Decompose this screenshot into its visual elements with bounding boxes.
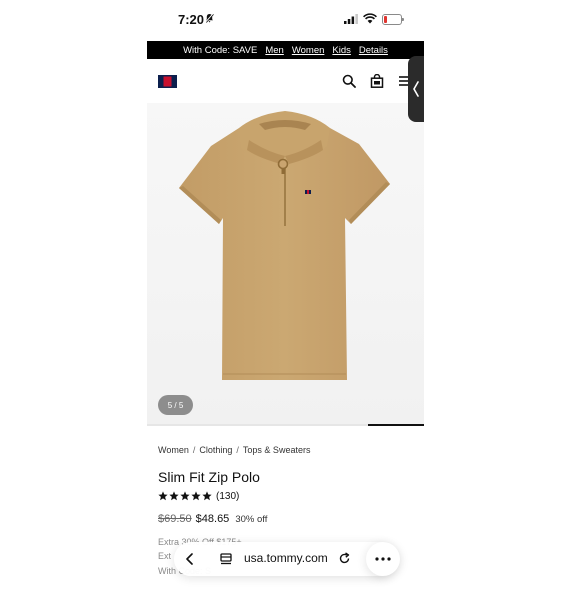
breadcrumb-clothing[interactable]: Clothing (199, 445, 232, 455)
image-counter: 5 / 5 (158, 395, 193, 415)
promo-text: With Code: SAVE (183, 44, 258, 56)
price-block: $69.50 $48.65 30% off (158, 513, 267, 525)
breadcrumb: Women / Clothing / Tops & Sweaters (158, 445, 311, 455)
promo-bar: With Code: SAVE Men Women Kids Details (147, 41, 424, 59)
browser-bottom-bar: usa.tommy.com (147, 540, 424, 580)
side-panel-handle[interactable] (408, 56, 424, 122)
promo-link-women[interactable]: Women (292, 45, 325, 56)
shopping-bag-icon[interactable] (370, 74, 384, 88)
site-header (147, 59, 424, 103)
cellular-signal-icon (344, 14, 358, 24)
wifi-icon (363, 13, 377, 24)
phone-screen: 7:20 With Code: SAVE Men Women Kids Deta… (147, 0, 424, 600)
promo-link-men[interactable]: Men (265, 45, 283, 56)
battery-icon (382, 14, 404, 25)
gallery-progress-bar (147, 424, 424, 426)
browser-address-bar[interactable]: usa.tommy.com (174, 542, 396, 576)
more-options-button[interactable] (366, 542, 400, 576)
star-icon (191, 491, 201, 501)
breadcrumb-women[interactable]: Women (158, 445, 189, 455)
sale-price: $48.65 (195, 513, 230, 525)
reload-icon[interactable] (338, 552, 351, 565)
status-time: 7:20 (178, 12, 205, 27)
product-rating[interactable]: (130) (158, 490, 239, 502)
discount-label: 30% off (235, 514, 268, 525)
breadcrumb-tops-sweaters[interactable]: Tops & Sweaters (243, 445, 311, 455)
bell-muted-icon (205, 13, 214, 23)
tabs-icon[interactable] (220, 553, 232, 565)
chevron-left-icon (413, 81, 419, 97)
gallery-progress-indicator (368, 424, 424, 426)
product-image-gallery[interactable]: 5 / 5 (147, 103, 424, 425)
promo-link-kids[interactable]: Kids (332, 45, 350, 56)
star-icon (180, 491, 190, 501)
star-icon (202, 491, 212, 501)
tommy-flag-logo[interactable] (158, 75, 177, 88)
url-text: usa.tommy.com (244, 551, 328, 565)
status-bar: 7:20 (147, 0, 424, 41)
promo-link-details[interactable]: Details (359, 45, 388, 56)
star-icon (158, 491, 168, 501)
more-dots-icon (375, 557, 391, 561)
product-image (179, 111, 390, 380)
star-icon (169, 491, 179, 501)
search-icon[interactable] (342, 74, 356, 88)
back-chevron-icon[interactable] (184, 553, 196, 565)
review-count[interactable]: (130) (216, 491, 239, 502)
product-title: Slim Fit Zip Polo (158, 469, 260, 485)
original-price: $69.50 (158, 513, 192, 525)
